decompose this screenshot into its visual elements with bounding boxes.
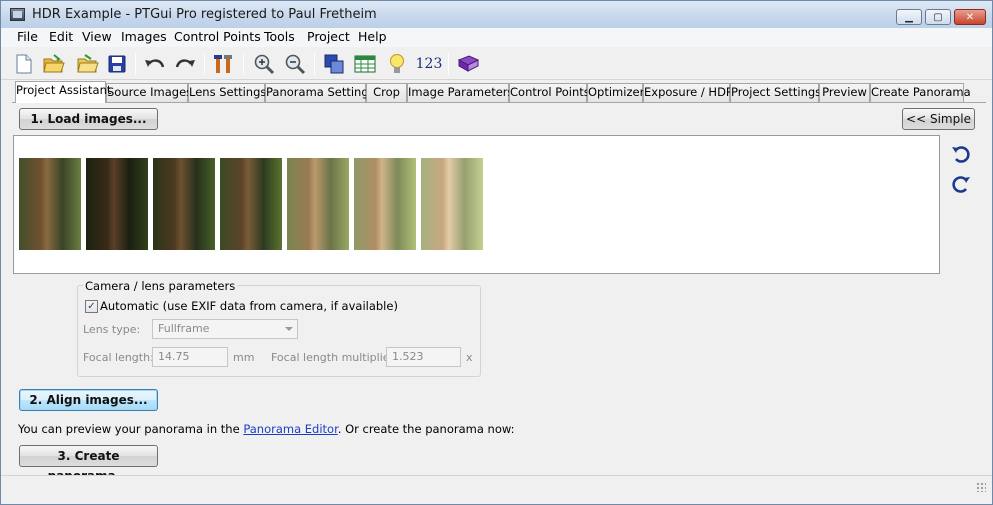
tools-button[interactable] [212, 52, 236, 76]
title-bar: HDR Example - PTGui Pro registered to Pa… [1, 1, 992, 28]
tab-lens-settings[interactable]: Lens Settings [188, 83, 266, 102]
preview-info-text: You can preview your panorama in the Pan… [18, 422, 515, 436]
menu-tools[interactable]: Tools [262, 29, 297, 44]
focal-length-label: Focal length: [83, 351, 154, 364]
rotate-right-icon [952, 176, 970, 193]
source-image-thumbnail[interactable] [287, 158, 349, 250]
new-file-button[interactable] [12, 52, 36, 76]
lens-type-select[interactable]: Fullframe [152, 319, 298, 339]
tab-exposure-hdr[interactable]: Exposure / HDR [643, 83, 734, 102]
zoom-in-button[interactable] [252, 52, 276, 76]
menu-view[interactable]: View [80, 29, 114, 44]
open-recent-button[interactable] [76, 52, 100, 76]
source-image-thumbnail[interactable] [86, 158, 148, 250]
lens-type-label: Lens type: [83, 323, 141, 336]
focal-length-value: 14.75 [158, 350, 190, 363]
focal-multiplier-field[interactable]: 1.523 [386, 347, 461, 367]
lightbulb-icon [390, 54, 404, 73]
source-image-thumbnail[interactable] [354, 158, 416, 250]
minimize-button[interactable]: ▁ [896, 9, 922, 25]
numbers-icon: 123 [415, 56, 443, 72]
align-images-button[interactable]: 2. Align images... [19, 389, 158, 411]
automatic-exif-checkbox[interactable]: ✓ [85, 300, 98, 313]
create-panorama-button[interactable]: 3. Create panorama... [19, 445, 158, 483]
panorama-editor-icon [324, 54, 344, 74]
tab-control-points[interactable]: Control Points [509, 83, 590, 102]
redo-button[interactable] [173, 52, 197, 76]
zoom-out-icon [285, 54, 306, 75]
rotate-left-icon [952, 146, 970, 163]
tab-create-panorama[interactable]: Create Panorama [870, 83, 971, 102]
undo-icon [145, 59, 165, 68]
tab-panorama-settings[interactable]: Panorama Settings [265, 83, 375, 102]
lens-type-value: Fullframe [158, 322, 210, 335]
info-prefix: You can preview your panorama in the [18, 422, 244, 436]
panorama-editor-link[interactable]: Panorama Editor [243, 422, 337, 436]
chevron-down-icon [285, 327, 293, 331]
open-recent-icon [77, 54, 99, 73]
focal-length-unit: mm [233, 351, 255, 364]
menu-help[interactable]: Help [356, 29, 389, 44]
rotate-right-button[interactable] [951, 174, 971, 194]
focal-multiplier-value: 1.523 [392, 350, 424, 363]
menu-edit[interactable]: Edit [47, 29, 75, 44]
info-suffix: . Or create the panorama now: [337, 422, 515, 436]
undo-button[interactable] [143, 52, 167, 76]
image-strip [13, 135, 940, 274]
menu-control-points[interactable]: Control Points [172, 29, 263, 44]
save-disk-icon [108, 55, 126, 73]
tab-optimizer[interactable]: Optimizer [587, 83, 644, 102]
source-image-thumbnail[interactable] [220, 158, 282, 250]
focal-multiplier-label: Focal length multiplier: [271, 351, 398, 364]
close-button[interactable]: ✕ [954, 9, 986, 25]
close-icon: ✕ [965, 11, 975, 23]
new-file-icon [16, 54, 32, 74]
tab-source-images[interactable]: Source Images [106, 83, 192, 102]
source-image-thumbnail[interactable] [421, 158, 483, 250]
menu-project[interactable]: Project [305, 29, 352, 44]
zoom-in-icon [254, 54, 275, 75]
menu-bar: File Edit View Images Control Points Too… [1, 28, 992, 47]
menu-file[interactable]: File [15, 29, 40, 44]
save-button[interactable] [105, 52, 129, 76]
panorama-editor-button[interactable] [322, 52, 346, 76]
tips-button[interactable] [385, 52, 409, 76]
tab-image-parameters[interactable]: Image Parameters [407, 83, 514, 102]
maximize-icon: ▢ [933, 11, 943, 23]
simple-mode-button[interactable]: << Simple [902, 108, 975, 130]
focal-multiplier-unit: x [466, 351, 473, 364]
open-folder-icon [43, 54, 65, 73]
tab-project-assistant[interactable]: Project Assistant [15, 81, 111, 103]
app-icon [10, 8, 25, 21]
source-image-thumbnail[interactable] [153, 158, 215, 250]
maximize-button[interactable]: ▢ [925, 9, 951, 25]
minimize-icon: ▁ [905, 11, 913, 23]
status-bar [1, 475, 992, 496]
camera-lens-group-label: Camera / lens parameters [83, 279, 238, 293]
tab-project-settings[interactable]: Project Settings [730, 83, 821, 102]
toolbar: 123 [1, 48, 992, 80]
table-icon [354, 55, 376, 73]
app-window: HDR Example - PTGui Pro registered to Pa… [0, 0, 993, 505]
resize-grip-icon[interactable] [976, 482, 986, 492]
redo-icon [175, 59, 195, 68]
load-images-button[interactable]: 1. Load images... [19, 108, 158, 130]
tools-icon [214, 55, 232, 73]
window-title: HDR Example - PTGui Pro registered to Pa… [32, 7, 377, 22]
zoom-out-button[interactable] [283, 52, 307, 76]
source-image-thumbnail[interactable] [19, 158, 81, 250]
focal-length-field[interactable]: 14.75 [152, 347, 228, 367]
rotate-left-button[interactable] [951, 144, 971, 164]
numbers-button[interactable]: 123 [414, 52, 444, 76]
open-button[interactable] [42, 52, 66, 76]
tab-crop[interactable]: Crop [366, 83, 407, 102]
table-button[interactable] [353, 52, 377, 76]
help-button[interactable] [456, 52, 480, 76]
automatic-exif-label: Automatic (use EXIF data from camera, if… [100, 299, 398, 313]
tab-preview[interactable]: Preview [819, 83, 870, 102]
help-book-icon [457, 55, 479, 72]
menu-images[interactable]: Images [119, 29, 169, 44]
